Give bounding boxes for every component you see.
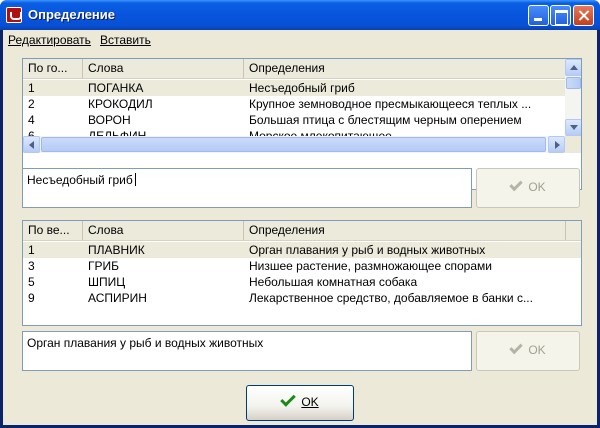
check-icon xyxy=(509,177,524,192)
cell-word: ВОРОН xyxy=(88,113,131,127)
column-header-words[interactable]: Слова xyxy=(83,59,244,78)
app-icon xyxy=(6,7,22,23)
menu-insert[interactable]: Вставить xyxy=(100,33,151,47)
definition-input-bottom-value: Орган плавания у рыб и водных животных xyxy=(27,336,264,350)
cell-number: 6 xyxy=(28,129,35,136)
ok-button-top-label: OK xyxy=(528,180,546,194)
table-row[interactable]: 6 ДЕЛЬФИН Морское млекопитающее xyxy=(23,128,581,136)
ok-button-main-label: OK xyxy=(301,395,319,409)
maximize-button[interactable] xyxy=(550,5,571,26)
menu-bar: Редактировать Вставить xyxy=(3,30,597,50)
menu-insert-label: Вставить xyxy=(100,33,151,47)
cell-definition: Небольшая комнатная собака xyxy=(249,275,418,289)
scrollbar-corner xyxy=(565,136,581,153)
column-header-definitions[interactable]: Определения xyxy=(244,59,566,78)
cell-word: КРОКОДИЛ xyxy=(88,97,153,111)
cell-word: ДЕЛЬФИН xyxy=(88,129,147,136)
menu-edit-label: Редактировать xyxy=(8,33,91,47)
column-header-definitions[interactable]: Определения xyxy=(244,221,566,240)
cell-definition: Крупное земноводное пресмыкающееся теплы… xyxy=(249,97,532,111)
table-row[interactable]: 9 АСПИРИН Лекарственное средство, добавл… xyxy=(23,290,581,306)
cell-word: ПОГАНКА xyxy=(88,81,144,95)
cell-number: 1 xyxy=(28,243,35,257)
table-row[interactable]: 4 ВОРОН Большая птица с блестящим черным… xyxy=(23,112,581,128)
cell-definition: Низшее растение, размножающее спорами xyxy=(249,259,492,273)
close-button[interactable] xyxy=(573,5,594,26)
cell-word: ШПИЦ xyxy=(88,275,126,289)
cell-number: 9 xyxy=(28,291,35,305)
horizontal-scrollbar[interactable] xyxy=(23,136,565,153)
cell-definition: Несъедобный гриб xyxy=(249,81,355,95)
vertical-scrollbar[interactable] xyxy=(565,59,581,136)
table-row[interactable]: 1 ПОГАНКА Несъедобный гриб xyxy=(23,80,581,96)
cell-definition: Орган плавания у рыб и водных животных xyxy=(249,243,486,257)
minimize-button[interactable] xyxy=(528,5,549,26)
column-header-order[interactable]: По го... xyxy=(23,59,83,78)
ok-button-bottom[interactable]: OK xyxy=(476,331,580,371)
cell-definition: Лекарственное средство, добавляемое в ба… xyxy=(249,291,533,305)
cell-definition: Морское млекопитающее xyxy=(249,129,392,136)
window-title: Определение xyxy=(28,7,116,22)
check-icon xyxy=(280,391,297,407)
cell-word: ГРИБ xyxy=(88,259,120,273)
scroll-thumb[interactable] xyxy=(566,77,581,89)
cell-number: 2 xyxy=(28,97,35,111)
definition-input-bottom[interactable]: Орган плавания у рыб и водных животных xyxy=(22,331,472,371)
list-header: По го... Слова Определения xyxy=(23,59,581,79)
scroll-thumb[interactable] xyxy=(41,137,546,152)
cell-word: ПЛАВНИК xyxy=(88,243,145,257)
cell-definition: Большая птица с блестящим черным оперени… xyxy=(249,113,522,127)
table-row[interactable]: 5 ШПИЦ Небольшая комнатная собака xyxy=(23,274,581,290)
cell-number: 4 xyxy=(28,113,35,127)
cell-number: 3 xyxy=(28,259,35,273)
table-row[interactable]: 2 КРОКОДИЛ Крупное земноводное пресмыкаю… xyxy=(23,96,581,112)
menu-edit[interactable]: Редактировать xyxy=(8,33,91,47)
ok-button-bottom-label: OK xyxy=(528,343,546,357)
table-row[interactable]: 1 ПЛАВНИК Орган плавания у рыб и водных … xyxy=(23,242,581,258)
dialog-window: Определение Редактировать Вставить По го… xyxy=(0,0,600,428)
ok-button-top[interactable]: OK xyxy=(476,168,580,208)
table-row[interactable]: 3 ГРИБ Низшее растение, размножающее спо… xyxy=(23,258,581,274)
cell-number: 1 xyxy=(28,81,35,95)
definition-input-top-value: Несъедобный гриб xyxy=(27,173,133,187)
definition-input-top[interactable]: Несъедобный гриб xyxy=(22,168,472,208)
client-area: Редактировать Вставить По го... Слова Оп… xyxy=(3,30,597,425)
title-bar[interactable]: Определение xyxy=(0,0,600,30)
column-header-words[interactable]: Слова xyxy=(83,221,244,240)
scroll-left-icon[interactable] xyxy=(23,136,40,153)
words-list-bottom[interactable]: По ве... Слова Определения 1 ПЛАВНИК Орг… xyxy=(22,220,582,326)
scroll-right-icon[interactable] xyxy=(548,136,565,153)
scroll-up-icon[interactable] xyxy=(565,59,581,76)
cell-word: АСПИРИН xyxy=(88,291,147,305)
list-header: По ве... Слова Определения xyxy=(23,221,581,241)
check-icon xyxy=(509,340,524,355)
text-caret xyxy=(134,173,136,186)
ok-button-main[interactable]: OK xyxy=(246,385,354,421)
scroll-down-icon[interactable] xyxy=(565,119,581,136)
cell-number: 5 xyxy=(28,275,35,289)
column-header-order[interactable]: По ве... xyxy=(23,221,83,240)
